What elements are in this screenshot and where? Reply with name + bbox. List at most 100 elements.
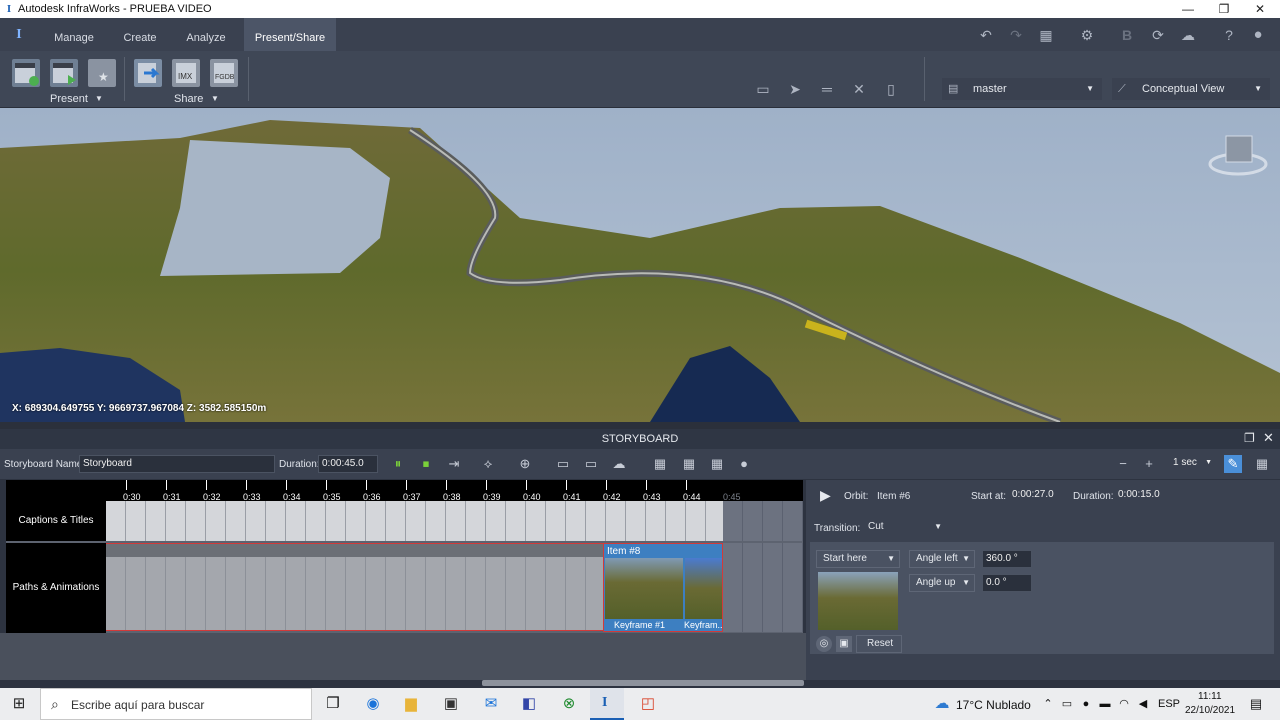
edit-mode-icon[interactable]: ✎	[1224, 455, 1242, 473]
remove-keyframe-icon[interactable]: ▦	[708, 455, 726, 473]
track-label-captions[interactable]: Captions & Titles	[6, 501, 106, 541]
export-imx-icon[interactable]: IMX	[172, 59, 200, 87]
cross-section-icon[interactable]: ✕	[850, 80, 868, 98]
proposal-dropdown[interactable]: ▤ master ▼	[942, 78, 1102, 100]
tab-present-share[interactable]: Present/Share	[244, 18, 336, 51]
measure-icon[interactable]: ═	[818, 80, 836, 98]
tab-create[interactable]: Create	[112, 18, 168, 51]
sync-icon[interactable]: ⟳	[1149, 26, 1167, 44]
add-keyframe-icon[interactable]: ▦	[680, 455, 698, 473]
paths-track[interactable]	[106, 557, 603, 631]
star-icon[interactable]: ★	[88, 59, 116, 87]
start-at-input[interactable]: 0:00:27.0	[1009, 487, 1067, 505]
input-language[interactable]: ESP	[1158, 698, 1180, 710]
stop-icon[interactable]: ⏹	[417, 455, 435, 473]
add-caption-icon[interactable]: ▭	[554, 455, 572, 473]
settings-gear-icon[interactable]: ⚙	[1078, 26, 1096, 44]
help-icon[interactable]: ?	[1220, 26, 1238, 44]
taskbar-search-box[interactable]: ⌕ Escribe aquí para buscar	[40, 688, 312, 720]
clip-icon[interactable]: ▯	[882, 80, 900, 98]
show-hidden-icons[interactable]: ⌃	[1038, 694, 1058, 714]
play-item-icon[interactable]: ▶	[820, 487, 831, 504]
weather-icon[interactable]: ☁	[932, 694, 952, 714]
publish-icon[interactable]	[134, 59, 162, 87]
animation-clip-item-8[interactable]: Item #8 Keyframe #1 Keyfram...	[603, 543, 725, 632]
float-window-icon[interactable]: ❐	[1244, 431, 1255, 445]
pause-icon[interactable]: ⏸	[389, 455, 407, 473]
angle-left-input[interactable]: 360.0 °	[982, 550, 1032, 568]
import-icon[interactable]: ▦	[651, 455, 669, 473]
track-label-paths[interactable]: Paths & Animations	[6, 543, 106, 633]
timeline[interactable]: 0:30 0:31 0:32 0:33 0:34 0:35 0:36 0:37 …	[6, 480, 803, 633]
edge-icon[interactable]: ◉	[363, 694, 383, 714]
store-icon[interactable]: ▣	[441, 694, 461, 714]
grid-view-icon[interactable]: ▦	[1253, 455, 1271, 473]
taskbar-infraworks-active[interactable]: I	[590, 688, 624, 720]
orbit-icon[interactable]: ⊕	[516, 455, 534, 473]
time-ruler[interactable]: 0:30 0:31 0:32 0:33 0:34 0:35 0:36 0:37 …	[6, 480, 803, 502]
microphone-icon[interactable]: ●	[1076, 694, 1096, 714]
angle-up-dropdown[interactable]: Angle up ▼	[909, 574, 975, 592]
clock-time[interactable]: 11:11	[1198, 691, 1222, 702]
angle-up-input[interactable]: 0.0 °	[982, 574, 1032, 592]
record-icon[interactable]: ●	[735, 455, 753, 473]
select-arrow-icon[interactable]: ➤	[786, 80, 804, 98]
view-settings-icon[interactable]: ▭	[754, 80, 772, 98]
storyboard-name-input[interactable]: Storyboard	[79, 455, 275, 473]
step-forward-icon[interactable]: ⇥	[445, 455, 463, 473]
angle-left-dropdown[interactable]: Angle left ▼	[909, 550, 975, 568]
add-title-icon[interactable]: ▭	[582, 455, 600, 473]
path-animation-icon[interactable]: ⟡	[479, 455, 497, 473]
start-here-dropdown[interactable]: Start here ▼	[816, 550, 900, 568]
item-name[interactable]: Item #6	[877, 491, 910, 502]
present-group-label[interactable]: Present	[50, 93, 88, 105]
timeline-scrollbar[interactable]	[482, 680, 804, 686]
zoom-out-icon[interactable]: −	[1114, 455, 1132, 473]
3d-viewport[interactable]: X: 689304.649755 Y: 9669737.967084 Z: 35…	[0, 108, 1280, 422]
task-view-icon[interactable]: ❐	[323, 694, 343, 714]
network-icon[interactable]: ▬	[1095, 694, 1115, 714]
tab-manage[interactable]: Manage	[44, 18, 104, 51]
camera-icon[interactable]: ◎	[816, 636, 832, 652]
undo-icon[interactable]: ↶	[977, 26, 995, 44]
wifi-icon[interactable]: ◠	[1114, 694, 1134, 714]
time-step-dropdown[interactable]: 1 sec ▼	[1170, 455, 1214, 473]
file-explorer-icon[interactable]: ▆	[401, 694, 421, 714]
new-storyboard-icon[interactable]	[12, 59, 40, 87]
bold-b-icon[interactable]: B	[1118, 26, 1136, 44]
redo-icon[interactable]: ↷	[1007, 26, 1025, 44]
capture-icon[interactable]: ▣	[836, 636, 852, 652]
calculator-icon[interactable]: ▦	[1037, 26, 1055, 44]
windows-start-icon[interactable]: ⊞	[9, 694, 29, 714]
close-window-button[interactable]: ✕	[1242, 0, 1278, 18]
user-account-icon[interactable]: ●	[1249, 26, 1267, 44]
zoom-in-icon[interactable]: +	[1140, 455, 1158, 473]
present-dropdown-icon[interactable]: ▼	[95, 94, 103, 103]
item-duration-input[interactable]: 0:00:15.0	[1115, 487, 1173, 505]
recorder-icon[interactable]: ◰	[638, 694, 658, 714]
keyframe-thumbnail-1[interactable]	[605, 558, 683, 619]
tab-analyze[interactable]: Analyze	[176, 18, 236, 51]
weather-effect-icon[interactable]: ☁	[610, 455, 628, 473]
cloud-icon[interactable]: ☁	[1179, 26, 1197, 44]
transition-dropdown[interactable]: Cut ▼	[862, 519, 946, 537]
create-animation-icon[interactable]	[50, 59, 78, 87]
reset-button[interactable]: Reset	[856, 635, 902, 653]
weather-text[interactable]: 17°C Nublado	[956, 698, 1031, 712]
share-dropdown-icon[interactable]: ▼	[211, 94, 219, 103]
restore-button[interactable]: ❐	[1206, 0, 1242, 18]
splitter[interactable]	[0, 422, 1280, 429]
notifications-icon[interactable]: ▤	[1246, 694, 1266, 714]
keyframe-thumbnail-2[interactable]	[685, 558, 722, 619]
mail-icon[interactable]: ✉	[481, 694, 501, 714]
clock-date[interactable]: 22/10/2021	[1185, 705, 1235, 716]
minimize-button[interactable]: —	[1170, 0, 1206, 18]
xbox-icon[interactable]: ⊗	[559, 694, 579, 714]
view-style-dropdown[interactable]: ⟋ Conceptual View ▼	[1112, 78, 1270, 100]
volume-icon[interactable]: ◀	[1133, 694, 1153, 714]
app-icon[interactable]: ◧	[519, 694, 539, 714]
meet-now-icon[interactable]: ▭	[1057, 694, 1077, 714]
close-storyboard-icon[interactable]: ✕	[1263, 430, 1274, 446]
captions-track[interactable]	[106, 501, 723, 541]
share-group-label[interactable]: Share	[174, 93, 203, 105]
